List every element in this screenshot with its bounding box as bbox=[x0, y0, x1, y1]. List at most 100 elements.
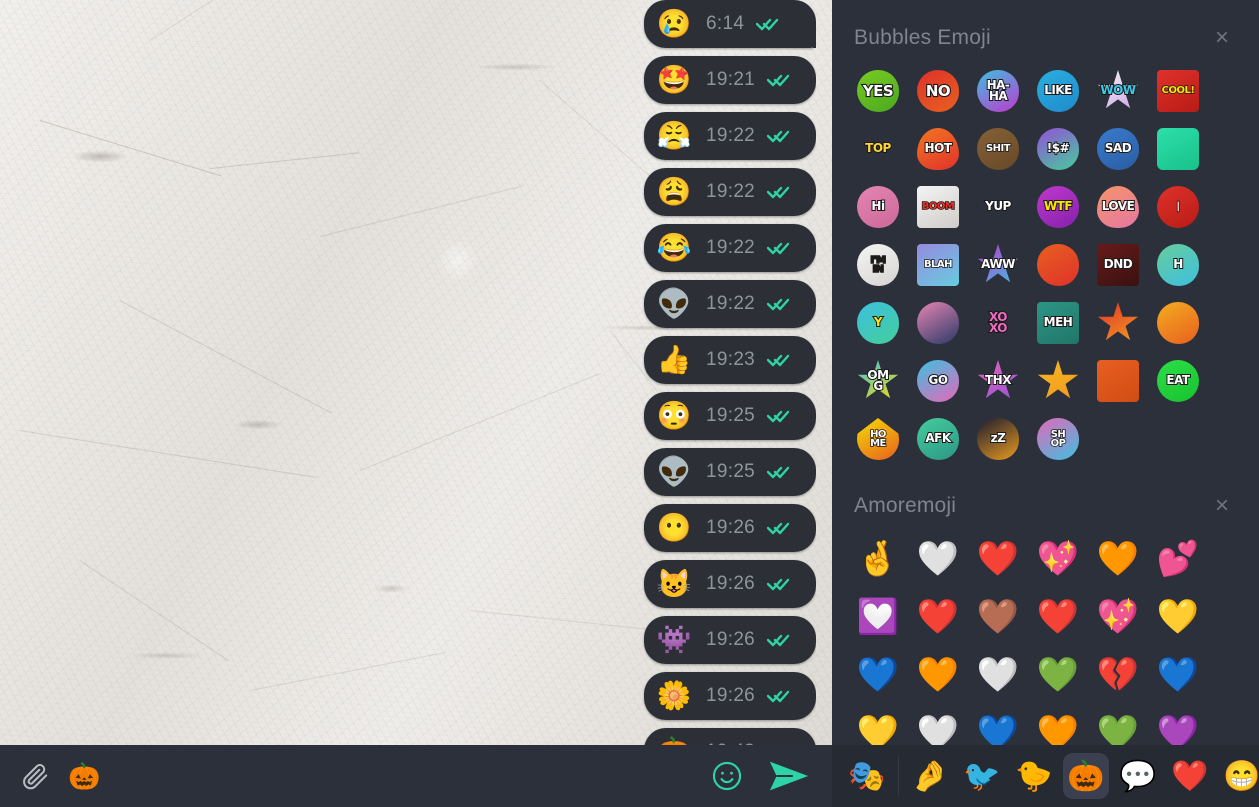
sticker-cool[interactable]: COOL! bbox=[1148, 62, 1208, 120]
sticker-yellow-dizzy-heart[interactable]: 💛 bbox=[848, 704, 908, 745]
tab-duck-pack[interactable]: 🐤 bbox=[1011, 753, 1057, 799]
sticker-yellow-hand-heart[interactable]: 🤞 bbox=[848, 530, 908, 588]
message-bubble[interactable]: 😺 19:26 bbox=[644, 560, 816, 608]
sticker-no[interactable]: NO bbox=[908, 62, 968, 120]
message-bubble[interactable]: 🤩 19:21 bbox=[644, 56, 816, 104]
message-bubble[interactable]: 😤 19:22 bbox=[644, 112, 816, 160]
sticker-hot[interactable]: HOT bbox=[908, 120, 968, 178]
sticker-red-sparkle-eyes[interactable]: ❤️ bbox=[1028, 588, 1088, 646]
message-bubble[interactable]: 🎃19:43 bbox=[644, 728, 816, 745]
sticker-blue-sleeping-heart[interactable]: 💙 bbox=[968, 704, 1028, 745]
sticker-excl-dollar-hash[interactable]: !$# bbox=[1028, 120, 1088, 178]
sticker-yup[interactable]: YUP bbox=[968, 178, 1028, 236]
sticker-shit[interactable]: SHIT bbox=[968, 120, 1028, 178]
sticker-thx[interactable]: THX bbox=[968, 352, 1028, 410]
message-bubble[interactable]: 👽 19:25 bbox=[644, 448, 816, 496]
send-arrow-icon[interactable] bbox=[768, 759, 810, 793]
sticker-tiny-pink-hearts[interactable]: 💕 bbox=[1148, 530, 1208, 588]
tab-blue-bird-pack[interactable]: 🐦 bbox=[959, 753, 1005, 799]
sticker-shop[interactable]: SH OP bbox=[1028, 410, 1088, 468]
sticker-go[interactable]: GO bbox=[908, 352, 968, 410]
sticker-x-mark[interactable] bbox=[1088, 294, 1148, 352]
sticker-label: H bbox=[1172, 257, 1184, 272]
message-bubble[interactable]: 😢 6:14 bbox=[644, 0, 816, 48]
emoji-smiley-icon[interactable] bbox=[710, 759, 744, 793]
message-bubble[interactable]: 😶 19:26 bbox=[644, 504, 816, 552]
sticker-blah[interactable]: BLAH bbox=[908, 236, 968, 294]
message-bubble[interactable]: 🌼 19:26 bbox=[644, 672, 816, 720]
sticker-white-crying-heart[interactable]: 🤍 bbox=[968, 646, 1028, 704]
sticker-yes[interactable]: YES bbox=[848, 62, 908, 120]
sticker-brown-tongue-heart[interactable]: 🤎 bbox=[968, 588, 1028, 646]
sticker-no-entry[interactable]: | bbox=[1148, 178, 1208, 236]
sticker-red-shy-heart[interactable]: ❤️ bbox=[908, 588, 968, 646]
sticker-green-worried-heart[interactable]: 💚 bbox=[1088, 704, 1148, 745]
sticker-orange-glasses-heart[interactable]: 🧡 bbox=[908, 646, 968, 704]
message-bubble[interactable]: 😳 19:25 bbox=[644, 392, 816, 440]
sticker-boom[interactable]: BOOM bbox=[908, 178, 968, 236]
message-bubble[interactable]: 😂 19:22 bbox=[644, 224, 816, 272]
sticker-pink-angel-heart[interactable]: 💖 bbox=[1028, 530, 1088, 588]
sticker-yellow-bolt-heart[interactable]: 💛 bbox=[1148, 588, 1208, 646]
sticker-hi[interactable]: Hi bbox=[848, 178, 908, 236]
sticker-haha[interactable]: HA- HA bbox=[968, 62, 1028, 120]
sticker-pink-kiss-heart[interactable]: 💟 bbox=[848, 588, 908, 646]
sticker-scroll-area[interactable]: Bubbles Emoji × YES NO HA- HA LIKE WOW COOL! TOP… bbox=[832, 0, 1259, 746]
close-icon[interactable]: × bbox=[1209, 22, 1235, 54]
sticker-i-am-in[interactable]: I'M IN bbox=[848, 236, 908, 294]
message-timestamp: 19:25 bbox=[706, 405, 756, 426]
close-icon[interactable]: × bbox=[1209, 490, 1235, 522]
sticker-aww[interactable]: AWW bbox=[968, 236, 1028, 294]
sticker-swirl-eyes-heart[interactable]: 🧡 bbox=[1028, 704, 1088, 745]
sticker-blue-yelling-heart[interactable]: 💙 bbox=[848, 646, 908, 704]
sticker-orange-cute-heart[interactable]: 🧡 bbox=[1088, 530, 1148, 588]
tab-amoremoji-pack[interactable]: ❤️ bbox=[1167, 753, 1213, 799]
sticker-wow[interactable]: WOW bbox=[1088, 62, 1148, 120]
message-bubble[interactable]: 👾 19:26 bbox=[644, 616, 816, 664]
message-bubble[interactable]: 👽 19:22 bbox=[644, 280, 816, 328]
tab-pumpkin-pack[interactable]: 🎃 bbox=[1063, 753, 1109, 799]
sticker-xoxo[interactable]: XO XO bbox=[968, 294, 1028, 352]
wall-crack bbox=[19, 430, 317, 478]
sticker-purple-smirk-heart[interactable]: 💜 bbox=[1148, 704, 1208, 745]
message-bubble[interactable]: 😩 19:22 bbox=[644, 168, 816, 216]
sticker-top[interactable]: TOP bbox=[848, 120, 908, 178]
tab-grin-pack[interactable]: 😁 bbox=[1219, 753, 1259, 799]
sticker-like[interactable]: LIKE bbox=[1028, 62, 1088, 120]
message-list[interactable]: 😢 6:14 🤩 19:21 😤 19:22 😩 19:22 😂 19:22 👽 19:22 👍 19:2… bbox=[396, 0, 816, 745]
sticker-red-happy-heart[interactable]: ❤️ bbox=[968, 530, 1028, 588]
flower-star-eyes-icon: 🌼 bbox=[656, 680, 692, 711]
sticker-white-neutral-heart[interactable]: 🤍 bbox=[908, 704, 968, 745]
sticker-broken-angry-heart[interactable]: 💔 bbox=[1088, 646, 1148, 704]
sticker-star[interactable] bbox=[1028, 352, 1088, 410]
tab-bubbles-emoji-pack[interactable]: 💬 bbox=[1115, 753, 1161, 799]
sticker-love[interactable]: LOVE bbox=[1088, 178, 1148, 236]
sticker-laughing-tears[interactable] bbox=[1148, 294, 1208, 352]
sticker-eat[interactable]: EAT bbox=[1148, 352, 1208, 410]
sticker-meh[interactable]: MEH bbox=[1028, 294, 1088, 352]
tab-recent-mask[interactable]: 🎭 bbox=[844, 753, 890, 799]
sticker-orange-card[interactable] bbox=[1088, 352, 1148, 410]
sticker-green-crying-heart[interactable]: 💚 bbox=[1028, 646, 1088, 704]
sticker-sad[interactable]: SAD bbox=[1088, 120, 1148, 178]
message-bubble[interactable]: 👍 19:23 bbox=[644, 336, 816, 384]
sticker-day[interactable]: Y bbox=[848, 294, 908, 352]
sticker-omg[interactable]: OM G bbox=[848, 352, 908, 410]
messenger-window: 😢 6:14 🤩 19:21 😤 19:22 😩 19:22 😂 19:22 👽 19:22 👍 19:2… bbox=[0, 0, 1259, 807]
sticker-home[interactable]: HO ME bbox=[848, 410, 908, 468]
sticker-zz[interactable]: zZ bbox=[968, 410, 1028, 468]
sticker-dnd[interactable]: DND bbox=[1088, 236, 1148, 294]
sticker-blue-surprised-heart[interactable]: 💙 bbox=[1148, 646, 1208, 704]
paperclip-icon[interactable] bbox=[18, 759, 52, 793]
sticker-white-blush-heart[interactable]: 🤍 bbox=[908, 530, 968, 588]
sticker-h-bubble[interactable]: H bbox=[1148, 236, 1208, 294]
sticker-wtf[interactable]: WTF bbox=[1028, 178, 1088, 236]
sticker-pink-star-heart[interactable]: 💖 bbox=[1088, 588, 1148, 646]
sticker-afk[interactable]: AFK bbox=[908, 410, 968, 468]
message-input[interactable]: 🎃 bbox=[52, 745, 710, 807]
sticker-pack-tab-bar[interactable]: 🎭🤌🐦🐤🎃💬❤️😁🪖 bbox=[832, 745, 1259, 807]
sticker-tired-hands[interactable] bbox=[908, 294, 968, 352]
sticker-blank-bubble[interactable] bbox=[1148, 120, 1208, 178]
sticker-big-eyes[interactable] bbox=[1028, 236, 1088, 294]
tab-hand-pack[interactable]: 🤌 bbox=[907, 753, 953, 799]
